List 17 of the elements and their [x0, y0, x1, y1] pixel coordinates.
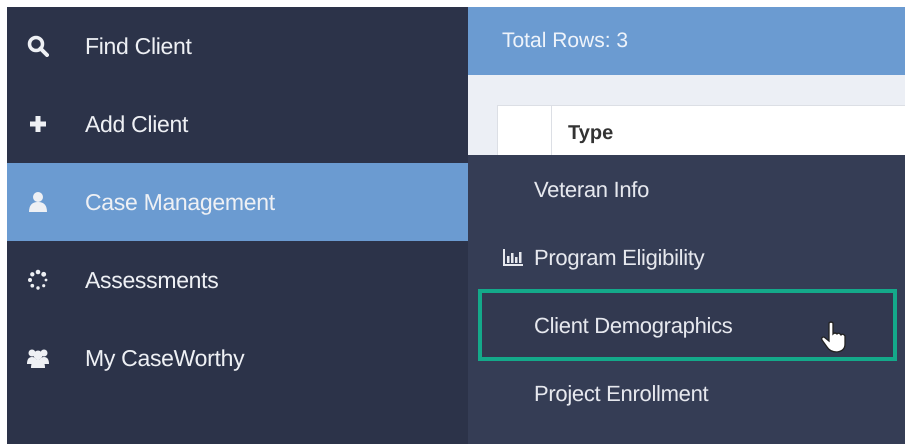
submenu-item[interactable]: Client Demographics	[480, 291, 895, 359]
sidebar-item[interactable]: Find Client	[7, 7, 468, 85]
sidebar-item[interactable]: Add Client	[7, 85, 468, 163]
users-icon	[27, 347, 49, 369]
hand-cursor-icon	[821, 321, 847, 353]
submenu-item[interactable]: Veteran Info	[480, 155, 895, 223]
search-icon	[27, 35, 49, 57]
column-header: Type	[567, 121, 614, 146]
spinner-icon	[27, 269, 49, 291]
submenu-item[interactable]: Project Enrollment	[480, 359, 895, 427]
bar-chart-icon	[502, 246, 524, 268]
submenu-item[interactable]: Program Eligibility	[480, 223, 895, 291]
sidebar-item[interactable]: My CaseWorthy	[7, 319, 468, 397]
total-rows-label: Total Rows: 3	[502, 28, 628, 54]
plus-icon	[27, 113, 49, 135]
user-icon	[27, 191, 49, 213]
sidebar-item[interactable]: Assessments	[7, 241, 468, 319]
